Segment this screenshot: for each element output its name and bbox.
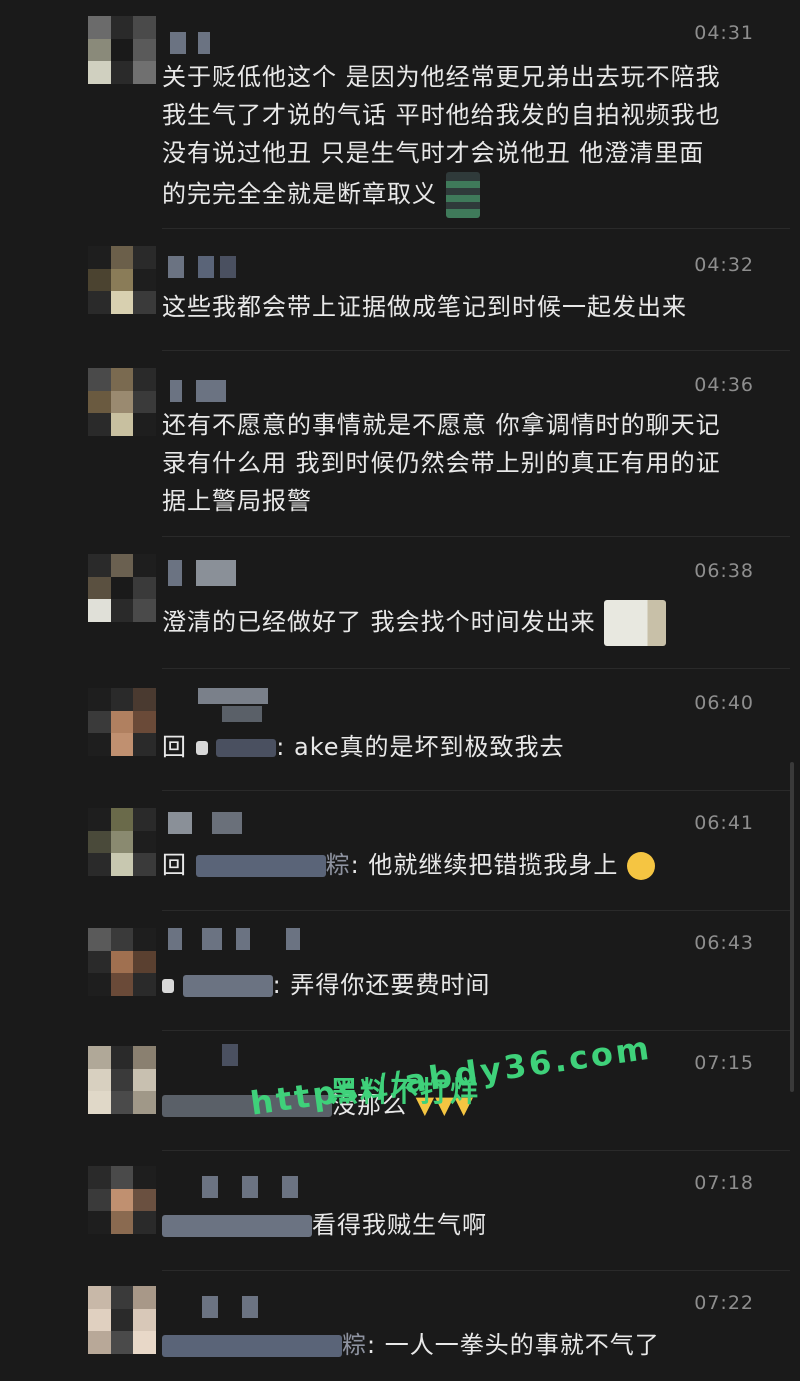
message-time: 07:18 xyxy=(694,1172,754,1194)
chat-message[interactable]: 07:18 看得我贼生气啊 xyxy=(0,1160,790,1270)
chat-message[interactable]: 06:38 澄清的已经做好了 我会找个时间发出来 xyxy=(0,548,790,658)
chat-message[interactable]: 06:43 : 弄得你还要费时间 xyxy=(0,920,790,1030)
divider xyxy=(162,1270,790,1271)
message-time: 06:40 xyxy=(694,692,754,714)
divider xyxy=(162,536,790,537)
avatar[interactable] xyxy=(88,1286,156,1354)
message-time: 06:43 xyxy=(694,932,754,954)
message-time: 04:36 xyxy=(694,374,754,396)
avatar[interactable] xyxy=(88,16,156,84)
divider xyxy=(162,790,790,791)
chat-message[interactable]: 06:41 回 粽: 他就继续把错揽我身上 xyxy=(0,800,790,910)
avatar[interactable] xyxy=(88,1166,156,1234)
message-text: 关于贬低他这个 是因为他经常更兄弟出去玩不陪我 我生气了才说的气话 平时他给我发… xyxy=(162,58,762,218)
message-text: 看得我贼生气啊 xyxy=(162,1206,762,1244)
avatar[interactable] xyxy=(88,928,156,996)
avatar[interactable] xyxy=(88,688,156,756)
message-text: : 弄得你还要费时间 xyxy=(162,966,762,1004)
chat-message[interactable]: 04:36 还有不愿意的事情就是不愿意 你拿调情时的聊天记 录有什么用 我到时候… xyxy=(0,362,790,522)
divider xyxy=(162,228,790,229)
message-time: 07:22 xyxy=(694,1292,754,1314)
chat-message[interactable]: 07:22 粽: 一人一拳头的事就不气了 xyxy=(0,1280,790,1381)
image-thumbnail[interactable] xyxy=(604,600,667,646)
message-text: 这些我都会带上证据做成笔记到时候一起发出来 xyxy=(162,293,687,321)
message-text: 澄清的已经做好了 我会找个时间发出来 xyxy=(162,600,762,646)
divider xyxy=(162,1150,790,1151)
avatar[interactable] xyxy=(88,808,156,876)
message-time: 06:38 xyxy=(694,560,754,582)
laughing-emoji-icon xyxy=(627,852,655,880)
message-time: 04:32 xyxy=(694,254,754,276)
scrollbar[interactable] xyxy=(790,762,794,1092)
chat-message[interactable]: 06:40 回 : ake真的是坏到极致我去 xyxy=(0,680,790,788)
message-time: 04:31 xyxy=(694,22,754,44)
message-time: 07:15 xyxy=(694,1052,754,1074)
message-time: 06:41 xyxy=(694,812,754,834)
message-text: 粽: 一人一拳头的事就不气了 xyxy=(162,1326,762,1364)
divider xyxy=(162,1030,790,1031)
message-text: 回 粽: 他就继续把错揽我身上 xyxy=(162,846,762,884)
avatar[interactable] xyxy=(88,554,156,622)
avatar[interactable] xyxy=(88,1046,156,1114)
avatar[interactable] xyxy=(88,246,156,314)
chat-message[interactable]: 04:31 关于贬低他这个 是因为他经常更兄弟出去玩不陪我 我生气了才说的气话 … xyxy=(0,14,790,218)
divider xyxy=(162,910,790,911)
message-text: 回 : ake真的是坏到极致我去 xyxy=(162,733,565,761)
chat-message[interactable]: 04:32 这些我都会带上证据做成笔记到时候一起发出来 xyxy=(0,240,790,340)
chat-screenshot-thumbnail[interactable] xyxy=(445,172,480,218)
message-text: 还有不愿意的事情就是不愿意 你拿调情时的聊天记 录有什么用 我到时候仍然会带上别… xyxy=(162,411,721,515)
avatar[interactable] xyxy=(88,368,156,436)
divider xyxy=(162,350,790,351)
divider xyxy=(162,668,790,669)
